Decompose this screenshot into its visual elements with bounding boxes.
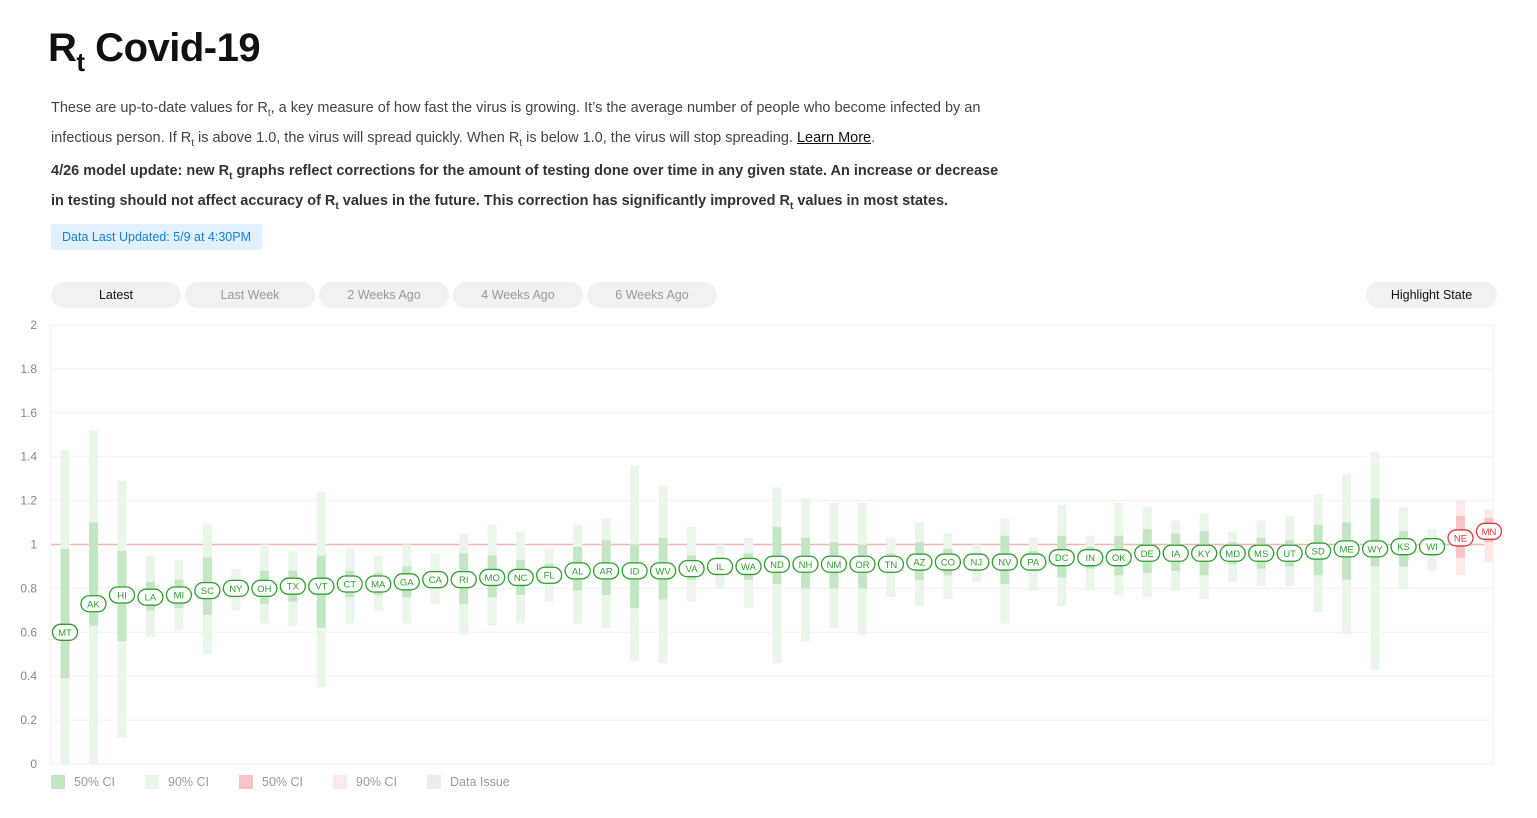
state-label: VA [686, 564, 699, 575]
state-label: ND [770, 560, 784, 571]
state-label: AL [572, 566, 584, 577]
state-label: TX [287, 582, 300, 593]
state-label: WI [1426, 542, 1438, 553]
chart-legend: 50% CI 90% CI 50% CI 90% CI Data Issue [51, 775, 540, 789]
tab-last-week[interactable]: Last Week [185, 282, 315, 308]
state-label: MD [1225, 549, 1240, 560]
state-label: GA [400, 577, 414, 588]
state-label: LA [145, 593, 157, 604]
state-label: NC [514, 573, 528, 584]
state-label: FL [544, 571, 555, 582]
state-label: MO [485, 573, 500, 584]
legend-label: 50% CI [74, 775, 115, 789]
state-label: AZ [913, 558, 925, 569]
highlight-state-button[interactable]: Highlight State [1366, 282, 1497, 308]
legend-swatch [51, 775, 65, 789]
legend-label: 90% CI [356, 775, 397, 789]
state-label: DE [1141, 549, 1154, 560]
state-label: TN [885, 560, 898, 571]
y-tick-label: 1 [30, 538, 37, 552]
y-tick-label: 0.8 [20, 581, 37, 595]
state-label: AK [87, 599, 100, 610]
legend-swatch [427, 775, 441, 789]
learn-more-link[interactable]: Learn More [797, 130, 871, 146]
legend-label: 90% CI [168, 775, 209, 789]
state-label: NM [827, 560, 842, 571]
state-label: MI [174, 590, 185, 601]
state-label: NH [799, 560, 813, 571]
rt-chart: 0 0.2 0.4 0.6 0.8 1 1.2 1.4 1.6 1.8 2 MT AK HI LA MI SC N… [20, 318, 1503, 771]
state-label: SC [201, 586, 214, 597]
state-label: IA [1171, 549, 1181, 560]
state-label: WY [1367, 544, 1383, 555]
page-title: Rt Covid-19 [48, 26, 261, 77]
state-label: RI [459, 575, 469, 586]
y-tick-label: 1.2 [20, 494, 37, 508]
state-label: KS [1397, 542, 1410, 553]
state-label: MN [1482, 527, 1497, 538]
state-label: NY [229, 584, 243, 595]
state-label: KY [1198, 549, 1211, 560]
tab-2-weeks-ago[interactable]: 2 Weeks Ago [319, 282, 449, 308]
y-tick-label: 2 [30, 318, 37, 332]
y-tick-label: 0 [30, 757, 37, 771]
state-label: MA [371, 580, 386, 591]
state-label: NV [998, 558, 1012, 569]
state-label: WA [741, 562, 757, 573]
legend-item: 90% CI [333, 775, 397, 789]
tab-4-weeks-ago[interactable]: 4 Weeks Ago [453, 282, 583, 308]
state-label: IN [1086, 553, 1096, 564]
legend-label: 50% CI [262, 775, 303, 789]
legend-swatch [145, 775, 159, 789]
legend-item: Data Issue [427, 775, 510, 789]
state-label: ID [630, 566, 640, 577]
state-label: PA [1027, 558, 1040, 569]
legend-item: 90% CI [145, 775, 209, 789]
ci50-bar [772, 526, 782, 585]
state-label: OK [1112, 553, 1126, 564]
data-updated-badge: Data Last Updated: 5/9 at 4:30PM [51, 224, 263, 250]
state-label: UT [1283, 549, 1296, 560]
state-label: NE [1454, 533, 1467, 544]
state-label: HI [117, 590, 127, 601]
state-label: DC [1055, 553, 1069, 564]
time-tabs: Latest Last Week 2 Weeks Ago 4 Weeks Ago… [51, 282, 717, 308]
state-label: AR [600, 566, 613, 577]
legend-item: 50% CI [51, 775, 115, 789]
tab-latest[interactable]: Latest [51, 282, 181, 308]
state-label: MT [58, 628, 72, 639]
legend-label: Data Issue [450, 775, 510, 789]
state-label: CO [941, 558, 955, 569]
y-tick-label: 1.6 [20, 406, 37, 420]
legend-swatch [333, 775, 347, 789]
state-label: IL [716, 562, 724, 573]
y-tick-label: 1.8 [20, 362, 37, 376]
state-label: WV [655, 566, 671, 577]
ci50-bar [60, 548, 70, 679]
y-tick-label: 0.2 [20, 713, 37, 727]
tab-6-weeks-ago[interactable]: 6 Weeks Ago [587, 282, 717, 308]
state-label: OH [257, 584, 271, 595]
state-label: MS [1254, 549, 1268, 560]
legend-item: 50% CI [239, 775, 303, 789]
y-tick-label: 0.6 [20, 625, 37, 639]
state-label: ME [1339, 544, 1353, 555]
model-update-note: 4/26 model update: new Rt graphs reflect… [51, 163, 999, 213]
state-label: VT [315, 582, 327, 593]
state-label: SD [1312, 547, 1325, 558]
state-label: CT [343, 580, 356, 591]
y-tick-label: 1.4 [20, 450, 37, 464]
state-label: CA [429, 575, 443, 586]
legend-swatch [239, 775, 253, 789]
y-tick-label: 0.4 [20, 669, 37, 683]
state-label: NJ [971, 558, 983, 569]
intro-paragraph: These are up-to-date values for Rt, a ke… [51, 100, 981, 150]
state-label: OR [855, 560, 869, 571]
